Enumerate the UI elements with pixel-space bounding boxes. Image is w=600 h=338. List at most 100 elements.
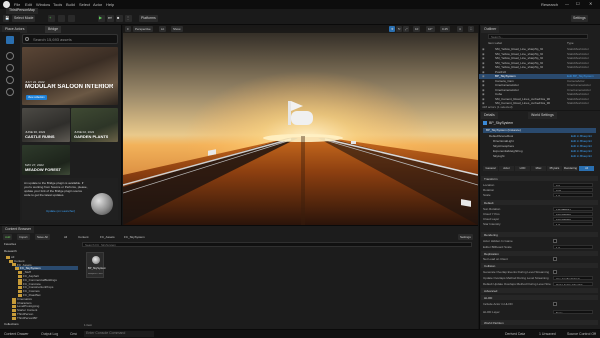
visibility-eye-icon[interactable]: ◉ [482, 92, 485, 96]
filter-tab-lod[interactable]: LOD [515, 166, 530, 171]
menu-select[interactable]: Select [79, 2, 90, 7]
filter-tab-actor[interactable]: Actor [499, 166, 514, 171]
select-mode-dropdown[interactable]: Select Mode [12, 15, 36, 22]
project-tab[interactable]: ThirdPersonMap [6, 8, 38, 14]
menu-file[interactable]: File [14, 2, 20, 7]
import-button[interactable]: Import [17, 234, 30, 240]
property-checkbox[interactable] [553, 257, 557, 261]
rotate-icon[interactable]: ↻ [396, 26, 402, 32]
path-segment-content[interactable]: Content [78, 235, 89, 239]
section-rendering[interactable]: Rendering [481, 232, 598, 237]
visibility-eye-icon[interactable]: ◉ [482, 65, 485, 69]
angle-snap-value[interactable]: 10° [426, 26, 435, 32]
update-link[interactable]: Update (on Launcher) [46, 209, 75, 213]
collections-header[interactable]: Collections [4, 322, 19, 326]
property-value[interactable]: Only Update Movable [553, 282, 593, 286]
path-segment-fc-skysystem[interactable]: FC_SkySystem [124, 235, 145, 239]
filter-tab-all[interactable]: All [579, 166, 594, 171]
property-value[interactable]: 1.0 [553, 222, 593, 226]
research-header[interactable]: Research [4, 249, 17, 253]
local-icon[interactable] [6, 88, 14, 96]
tab-outliner[interactable]: Outliner [481, 26, 500, 33]
home-icon[interactable] [6, 52, 14, 60]
section-advanced[interactable]: Advanced [481, 288, 598, 293]
show-dropdown[interactable]: Show [171, 26, 183, 32]
outliner-col-type[interactable]: Type [567, 41, 574, 45]
property-value[interactable]: 0.0 [553, 183, 593, 187]
outliner-search-input[interactable]: Search... [488, 34, 588, 39]
globe-icon[interactable] [6, 64, 14, 72]
details-instance-row[interactable]: BP_SkySystem (Instance) [483, 128, 596, 133]
visibility-eye-icon[interactable]: ◉ [482, 47, 485, 51]
favorites-header[interactable]: Favorites [4, 242, 16, 246]
menu-actor[interactable]: Actor [93, 2, 102, 7]
console-command-input[interactable]: Enter Console Command [84, 331, 154, 337]
visibility-eye-icon[interactable]: ◉ [482, 79, 485, 83]
path-segment-fc-assets[interactable]: FC_Assets [100, 235, 115, 239]
close-icon[interactable]: ✕ [589, 1, 592, 6]
source-control-button[interactable]: Source Control Off [567, 332, 596, 336]
visibility-eye-icon[interactable]: ◉ [482, 56, 485, 60]
visibility-eye-icon[interactable]: ◉ [482, 61, 485, 65]
folder-tree-item[interactable]: ThirdPersonBP [12, 316, 78, 320]
tab-content-browser[interactable]: Content Browser [2, 226, 35, 233]
add-actor-icon[interactable]: + [48, 15, 55, 22]
save-icon[interactable]: 💾 [3, 15, 9, 22]
menu-build[interactable]: Build [66, 2, 75, 7]
section-hlod[interactable]: HLOD [481, 295, 598, 300]
card-meadow-forest[interactable]: MAY 27, 2022 MEADOW FOREST [22, 145, 70, 175]
tab-bridge[interactable]: Bridge [45, 26, 62, 33]
level-viewport[interactable] [123, 25, 478, 225]
property-value[interactable]: 0.0° [553, 188, 593, 192]
menu-tools[interactable]: Tools [53, 2, 62, 7]
content-drawer-button[interactable]: Content Drawer [4, 332, 29, 336]
save-all-button[interactable]: Save All [35, 234, 50, 240]
visibility-eye-icon[interactable]: ◉ [482, 52, 485, 56]
section-replication[interactable]: Replication [481, 251, 598, 256]
menu-window[interactable]: Window [36, 2, 50, 7]
outliner-col-label[interactable]: Item Label [488, 41, 502, 45]
add-button[interactable]: Add [3, 234, 13, 240]
bridge-logo-icon[interactable] [6, 36, 14, 44]
property-value[interactable]: 136.555634 [553, 207, 593, 211]
filter-tab-general[interactable]: General [483, 166, 498, 171]
visibility-eye-icon[interactable]: ◉ [482, 97, 485, 101]
section-transform[interactable]: Transform [481, 176, 598, 181]
visibility-eye-icon[interactable]: ◉ [482, 88, 485, 92]
visibility-eye-icon[interactable]: ◉ [482, 83, 485, 87]
play-icon[interactable]: ▶ [98, 15, 105, 22]
section-collision[interactable]: Collision [481, 263, 598, 268]
property-value[interactable]: None [553, 310, 593, 314]
component-row[interactable]: SkyLight Edit in Blueprint [479, 154, 600, 159]
section-default[interactable]: Default [481, 200, 598, 205]
viewport-menu-icon[interactable]: ≡ [125, 26, 131, 32]
property-value[interactable]: 1.0 [553, 245, 593, 249]
favorites-icon[interactable] [6, 76, 14, 84]
menu-help[interactable]: Help [106, 2, 114, 7]
minimize-icon[interactable]: — [565, 1, 569, 6]
content-search-input[interactable]: Search FC_SkySystem [82, 242, 472, 247]
property-value[interactable]: 100.000000 [553, 217, 593, 221]
lit-dropdown[interactable]: Lit [159, 26, 167, 32]
perspective-dropdown[interactable]: Perspective [133, 26, 153, 32]
derived-data-button[interactable]: Derived Data [505, 332, 525, 336]
filter-tab-rendering[interactable]: Rendering [563, 166, 578, 171]
card-castle-ruins[interactable]: JUNE 30, 2022 CASTLE RUINS [22, 108, 70, 142]
cmd-dropdown[interactable]: Cmd [70, 332, 77, 336]
edit-in-blueprint-link[interactable]: Edit in Blueprint [571, 139, 592, 143]
grid-snap-value[interactable]: 10 [413, 26, 421, 32]
path-segment-all[interactable]: All [64, 235, 67, 239]
property-checkbox[interactable] [553, 270, 557, 274]
more-options-icon[interactable]: ⋮ [125, 15, 132, 22]
settings-button[interactable]: Settings [571, 15, 588, 22]
menu-edit[interactable]: Edit [25, 2, 32, 7]
visibility-eye-icon[interactable]: ◉ [482, 74, 485, 78]
camera-speed[interactable]: 4 [457, 26, 463, 32]
tab-world-settings[interactable]: World Settings [528, 112, 557, 119]
property-value[interactable]: Use Config Default [553, 276, 593, 280]
output-log-button[interactable]: Output Log [41, 332, 58, 336]
cinematics-icon[interactable] [68, 15, 75, 22]
edit-in-blueprint-link[interactable]: Edit in Blueprint [571, 154, 592, 158]
gamepad-icon[interactable] [291, 111, 313, 125]
unreal-logo-icon[interactable] [3, 1, 10, 8]
